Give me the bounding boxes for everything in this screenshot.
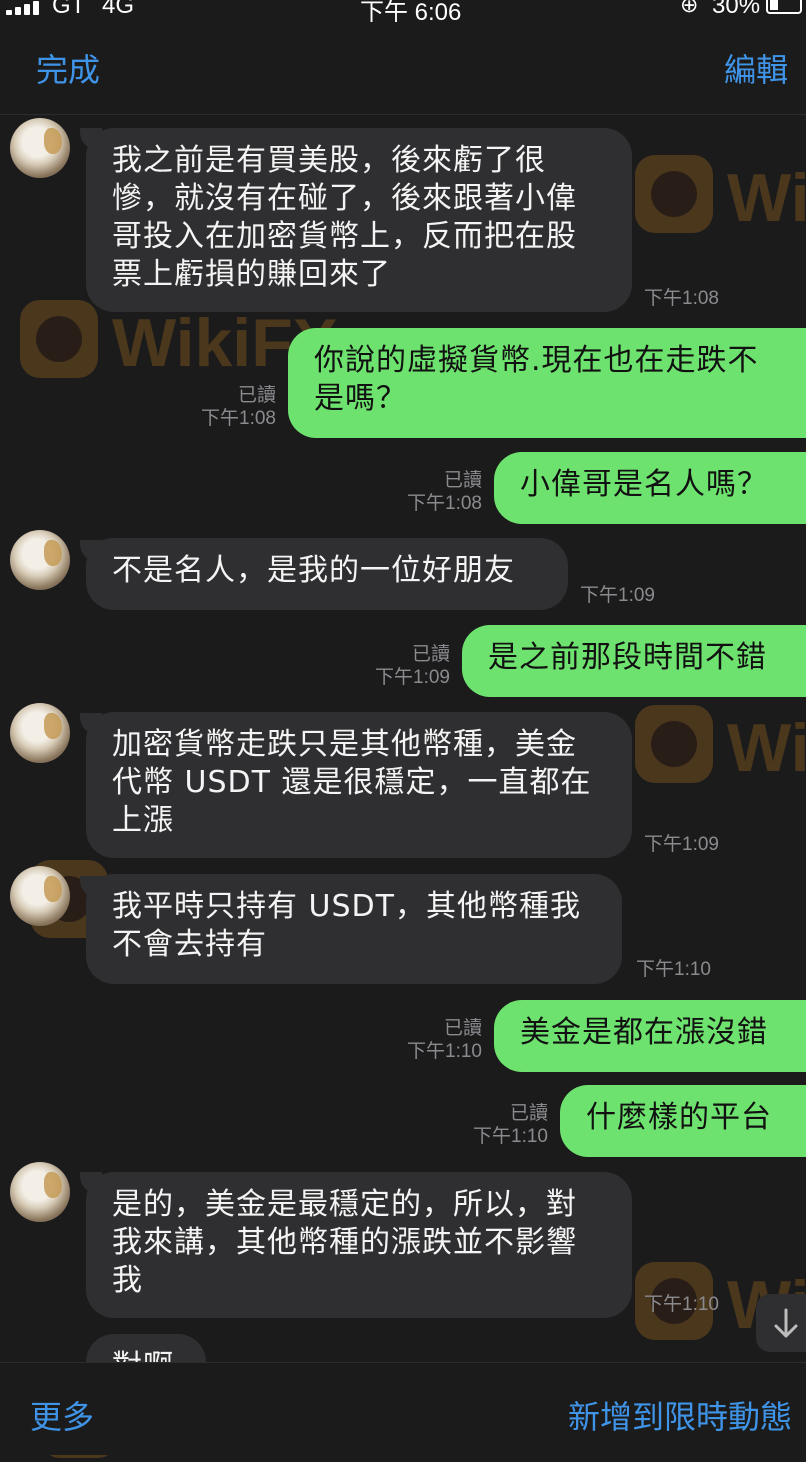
edit-button[interactable]: 編輯 — [724, 50, 788, 90]
done-button[interactable]: 完成 — [36, 50, 100, 90]
signal-bar-3 — [24, 4, 30, 15]
outgoing-message[interactable]: 小偉哥是名人嗎？ — [494, 452, 806, 524]
message-line: 我之前是有買美股，後來虧了很 — [112, 143, 546, 178]
outgoing-message[interactable]: 什麼樣的平台 — [560, 1085, 806, 1157]
read-receipt: 已讀 下午1:09 — [375, 644, 450, 688]
message-time: 下午1:09 — [644, 834, 719, 855]
outgoing-message[interactable]: 你說的虛擬貨幣.現在也在走跌不 是嗎？ — [288, 328, 806, 438]
message-line: 我 — [112, 1263, 143, 1298]
status-bar: GT 4G 下午 6:06 ⊕ 30% — [0, 0, 806, 26]
message-time: 下午1:10 — [636, 959, 711, 980]
incoming-message[interactable]: 加密貨幣走跌只是其他幣種，美金 代幣 USDT 還是很穩定，一直都在 上漲 — [86, 712, 632, 858]
more-button[interactable]: 更多 — [30, 1397, 94, 1437]
rotation-lock-icon: ⊕ — [680, 0, 699, 17]
network-label: 4G — [102, 0, 135, 19]
battery-level — [770, 0, 778, 10]
scroll-down-button[interactable] — [756, 1294, 806, 1352]
contact-avatar[interactable] — [10, 530, 70, 590]
message-time: 下午1:10 — [644, 1294, 719, 1315]
incoming-message[interactable]: 不是名人，是我的一位好朋友 — [86, 538, 568, 610]
battery-percent: 30% — [712, 0, 761, 19]
message-line: 小偉哥是名人嗎？ — [520, 467, 768, 502]
signal-bar-1 — [6, 10, 12, 15]
read-receipt: 已讀 下午1:08 — [201, 385, 276, 429]
message-line: 美金是都在漲沒錯 — [520, 1015, 768, 1050]
message-line: 不會去持有 — [112, 927, 267, 962]
message-time: 下午1:09 — [580, 585, 655, 606]
read-receipt: 已讀 下午1:08 — [407, 470, 482, 514]
message-line: 我平時只持有 USDT，其他幣種我 — [112, 889, 581, 924]
message-line: 票上虧損的賺回來了 — [112, 257, 391, 292]
message-line: 上漲 — [112, 803, 174, 838]
message-time: 下午1:08 — [644, 288, 719, 309]
signal-bar-4 — [33, 1, 39, 15]
message-line: 慘，就沒有在碰了，後來跟著小偉 — [112, 181, 577, 216]
message-line: 我來講，其他幣種的漲跌並不影響 — [112, 1225, 577, 1260]
contact-avatar[interactable] — [10, 1162, 70, 1222]
message-line: 代幣 USDT 還是很穩定，一直都在 — [112, 765, 592, 800]
outgoing-message[interactable]: 是之前那段時間不錯 — [462, 625, 806, 697]
contact-avatar[interactable] — [10, 703, 70, 763]
incoming-message[interactable]: 我之前是有買美股，後來虧了很 慘，就沒有在碰了，後來跟著小偉 哥投入在加密貨幣上… — [86, 128, 632, 312]
message-line: 不是名人，是我的一位好朋友 — [112, 553, 515, 588]
bottom-bar: 更多 新增到限時動態 — [0, 1362, 806, 1455]
read-receipt: 已讀 下午1:10 — [473, 1103, 548, 1147]
signal-bar-2 — [15, 7, 21, 15]
arrow-down-icon — [774, 1308, 798, 1338]
message-line: 是之前那段時間不錯 — [488, 640, 767, 675]
battery-icon — [766, 0, 802, 14]
contact-avatar[interactable] — [10, 118, 70, 178]
add-to-story-button[interactable]: 新增到限時動態 — [568, 1397, 792, 1437]
incoming-message[interactable]: 是的，美金是最穩定的，所以，對 我來講，其他幣種的漲跌並不影響 我 — [86, 1172, 632, 1318]
contact-avatar[interactable] — [10, 866, 70, 926]
message-line: 哥投入在加密貨幣上，反而把在股 — [112, 219, 577, 254]
message-line: 是嗎？ — [314, 381, 407, 416]
message-line: 你說的虛擬貨幣.現在也在走跌不 — [314, 343, 759, 378]
top-nav-bar: 完成 編輯 — [0, 22, 806, 115]
outgoing-message[interactable]: 美金是都在漲沒錯 — [494, 1000, 806, 1072]
read-receipt: 已讀 下午1:10 — [407, 1018, 482, 1062]
incoming-message[interactable]: 我平時只持有 USDT，其他幣種我 不會去持有 — [86, 874, 622, 984]
message-line: 什麼樣的平台 — [586, 1100, 772, 1135]
message-line: 是的，美金是最穩定的，所以，對 — [112, 1187, 577, 1222]
carrier-label: GT — [52, 0, 86, 19]
message-line: 加密貨幣走跌只是其他幣種，美金 — [112, 727, 577, 762]
